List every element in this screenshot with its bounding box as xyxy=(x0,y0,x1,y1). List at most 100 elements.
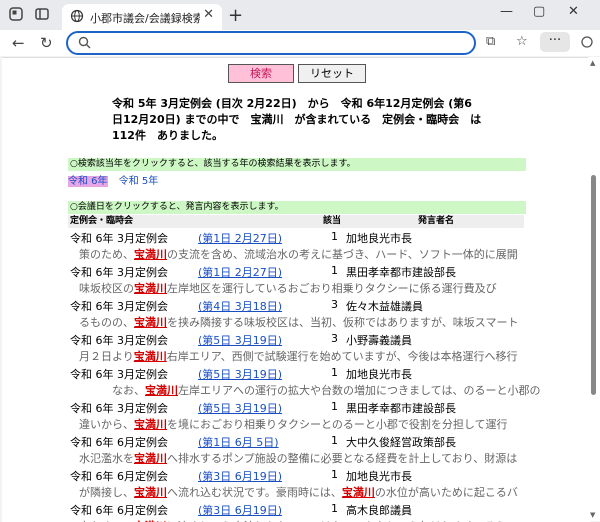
hit-count: 1 xyxy=(331,468,338,481)
excerpt-text: 水氾濫水を xyxy=(68,452,134,465)
session-name: 令和 6年 3月定例会 xyxy=(70,266,168,279)
col-hits: 該当 xyxy=(323,216,342,226)
maximize-icon[interactable]: ▢ xyxy=(533,4,545,19)
excerpt-text: が隣接し、 xyxy=(68,486,134,499)
excerpt-text: へ排水するポンプ施設の整備に必要となる経費を計上しており、財源は xyxy=(167,452,518,465)
col-speaker: 発言者名 xyxy=(418,216,455,226)
excerpt-text: の支流を含め、流域治水の考えに基づき、ハード、ソフト一体的に展開 xyxy=(167,248,518,261)
meeting-day-link[interactable]: (第5日 3月19日) xyxy=(198,332,282,348)
address-bar[interactable] xyxy=(66,31,476,55)
minimize-icon[interactable]: — xyxy=(500,4,513,19)
tab-actions-icon[interactable] xyxy=(34,6,50,22)
table-row: 令和 6年 3月定例会 (第5日 3月19日) 1 黒田孝幸都市建設部長 違いから、宝… xyxy=(68,399,538,433)
extensions-icon[interactable]: ⧉ xyxy=(486,34,495,49)
active-tab[interactable]: 小郡市議会/会議録検索システム ✕ xyxy=(62,4,222,30)
speaker-name: 佐々木益雄議員 xyxy=(346,300,423,313)
meeting-day-link[interactable]: (第1日 6月 5日) xyxy=(198,434,279,450)
keyword-highlight[interactable]: 宝満川 xyxy=(342,486,375,499)
copilot-icon[interactable] xyxy=(580,35,594,49)
speaker-name: 大中久俊経営政策部長 xyxy=(346,436,456,449)
refresh-icon[interactable]: ↻ xyxy=(40,34,53,52)
tab-close-icon[interactable]: ✕ xyxy=(203,7,214,22)
address-input[interactable] xyxy=(96,34,460,52)
meeting-day-link[interactable]: (第3日 6月19日) xyxy=(198,468,282,484)
hit-count: 1 xyxy=(331,264,338,277)
table-row: 令和 6年 6月定例会 (第3日 6月19日) 1 高木良郎議員 定ためて、宝満川に流… xyxy=(68,501,538,522)
reset-button[interactable]: リセット xyxy=(298,64,366,83)
excerpt-text: 違いから、 xyxy=(68,418,134,431)
excerpt: 月２日より宝満川右岸エリア、西側で試験運行を始めていますが、今後は本格運行へ移行 xyxy=(68,348,517,364)
session-name: 令和 6年 6月定例会 xyxy=(70,470,168,483)
hit-count: 1 xyxy=(331,230,338,243)
table-row: 令和 6年 3月定例会 (第5日 3月19日) 3 小野壽義議員 月２日より宝満川右岸… xyxy=(68,331,538,365)
result-summary: 令和 5年 3月定例会 (目次 2月22日) から 令和 6年12月定例会 (第… xyxy=(112,96,492,144)
hit-count: 1 xyxy=(331,434,338,447)
table-row: 令和 6年 3月定例会 (第1日 2月27日) 1 加地良光市長 策のため、宝満川の支… xyxy=(68,229,538,263)
excerpt-text: 味坂校区の xyxy=(68,282,134,295)
session-name: 令和 6年 3月定例会 xyxy=(70,300,168,313)
search-button[interactable]: 検索 xyxy=(228,64,294,83)
keyword-highlight[interactable]: 宝満川 xyxy=(134,316,167,329)
keyword-highlight[interactable]: 宝満川 xyxy=(134,282,167,295)
meeting-day-link[interactable]: (第1日 2月27日) xyxy=(198,230,282,246)
excerpt-text: なお、 xyxy=(68,384,145,397)
globe-icon xyxy=(70,9,84,23)
keyword-highlight[interactable]: 宝満川 xyxy=(134,350,167,363)
keyword-highlight[interactable]: 宝満川 xyxy=(134,248,167,261)
excerpt: 策のため、宝満川の支流を含め、流域治水の考えに基づき、ハード、ソフト一体的に展開 xyxy=(68,246,518,262)
meeting-day-link[interactable]: (第3日 6月19日) xyxy=(198,502,282,518)
year-link-r5[interactable]: 令和 5年 xyxy=(119,176,159,187)
table-row: 令和 6年 3月定例会 (第5日 3月19日) 1 加地良光市長 なお、宝満川左岸エリ… xyxy=(68,365,540,399)
scrollbar-thumb[interactable] xyxy=(591,175,596,395)
session-name: 令和 6年 3月定例会 xyxy=(70,402,168,415)
keyword-highlight[interactable]: 宝満川 xyxy=(134,418,167,431)
page-viewport: 検索 リセット 令和 5年 3月定例会 (目次 2月22日) から 令和 6年1… xyxy=(2,57,590,522)
profile-icon[interactable] xyxy=(8,6,24,22)
excerpt-text: 右岸エリア、西側で試験運行を始めていますが、今後は本格運行へ移行 xyxy=(166,350,518,363)
hit-count: 1 xyxy=(331,502,338,515)
vertical-scrollbar[interactable]: ▲ ▼ xyxy=(588,57,600,521)
year-link-r6[interactable]: 令和 6年 xyxy=(68,176,108,187)
excerpt: 違いから、宝満川を境におごおり相乗りタクシーとのるーと小郡で役割を分担して運行 xyxy=(68,416,508,432)
hit-count: 3 xyxy=(331,332,338,345)
meeting-day-link[interactable]: (第4日 3月18日) xyxy=(198,298,282,314)
keyword-highlight[interactable]: 宝満川 xyxy=(134,452,167,465)
window-close-icon[interactable]: ✕ xyxy=(568,4,579,19)
search-icon xyxy=(78,36,91,49)
year-hint: ○検索該当年をクリックすると、該当する年の検索結果を表示します。 xyxy=(68,158,526,171)
meeting-day-link[interactable]: (第5日 3月19日) xyxy=(198,400,282,416)
table-row: 令和 6年 3月定例会 (第4日 3月18日) 3 佐々木益雄議員 るものの、宝満川を… xyxy=(68,297,538,331)
summary-line: 令和 5年 3月定例会 (目次 2月22日) から 令和 6年12月定例会 (第… xyxy=(112,97,472,110)
speaker-name: 加地良光市長 xyxy=(346,368,412,381)
new-tab-icon[interactable]: + xyxy=(228,5,243,26)
session-name: 令和 6年 3月定例会 xyxy=(70,232,168,245)
scroll-down-icon[interactable]: ▼ xyxy=(590,511,595,519)
speaker-name: 加地良光市長 xyxy=(346,470,412,483)
speaker-name: 加地良光市長 xyxy=(346,232,412,245)
day-hint: ○会議日をクリックすると、発言内容を表示します。 xyxy=(68,201,526,214)
summary-line: 日12月20日) までの中で 宝満川 が含まれている 定例会・臨時会 は xyxy=(112,113,482,126)
meeting-day-link[interactable]: (第5日 3月19日) xyxy=(198,366,282,382)
back-icon[interactable]: ← xyxy=(12,34,25,52)
keyword-highlight[interactable]: 宝満川 xyxy=(145,384,178,397)
hit-count: 1 xyxy=(331,400,338,413)
hit-count: 1 xyxy=(331,366,338,379)
excerpt-text: を境におごおり相乗りタクシーとのるーと小郡で役割を分担して運行 xyxy=(167,418,508,431)
session-name: 令和 6年 3月定例会 xyxy=(70,368,168,381)
excerpt-text: 左岸エリアへの運行の拡大や台数の増加につきましては、のるーと小郡の xyxy=(178,384,541,397)
speaker-name: 小野壽義議員 xyxy=(346,334,412,347)
browser-toolbar: ← ↻ ⧉ ☆ xyxy=(0,30,600,56)
excerpt-text: 左岸地区を運行しているおごおり相乗りタクシーに係る運行費及び xyxy=(167,282,497,295)
excerpt: なお、宝満川左岸エリアへの運行の拡大や台数の増加につきましては、のるーと小郡の xyxy=(68,382,540,398)
speaker-name: 黒田孝幸都市建設部長 xyxy=(346,266,456,279)
excerpt: 定ためて、宝満川に流すという方法しかないのではないのかなという気はします。そうい xyxy=(68,518,517,522)
session-name: 令和 6年 3月定例会 xyxy=(70,334,168,347)
excerpt-text: 月２日より xyxy=(68,350,134,363)
meeting-day-link[interactable]: (第1日 2月27日) xyxy=(198,264,282,280)
excerpt-text: の水位が高いために起こるバ xyxy=(374,486,518,499)
favorites-icon[interactable]: ☆ xyxy=(516,34,528,49)
keyword-highlight[interactable]: 宝満川 xyxy=(134,486,167,499)
more-menu-button[interactable]: ··· xyxy=(540,32,570,52)
scroll-up-icon[interactable]: ▲ xyxy=(590,59,595,67)
tab-title: 小郡市議会/会議録検索システム xyxy=(90,12,200,25)
